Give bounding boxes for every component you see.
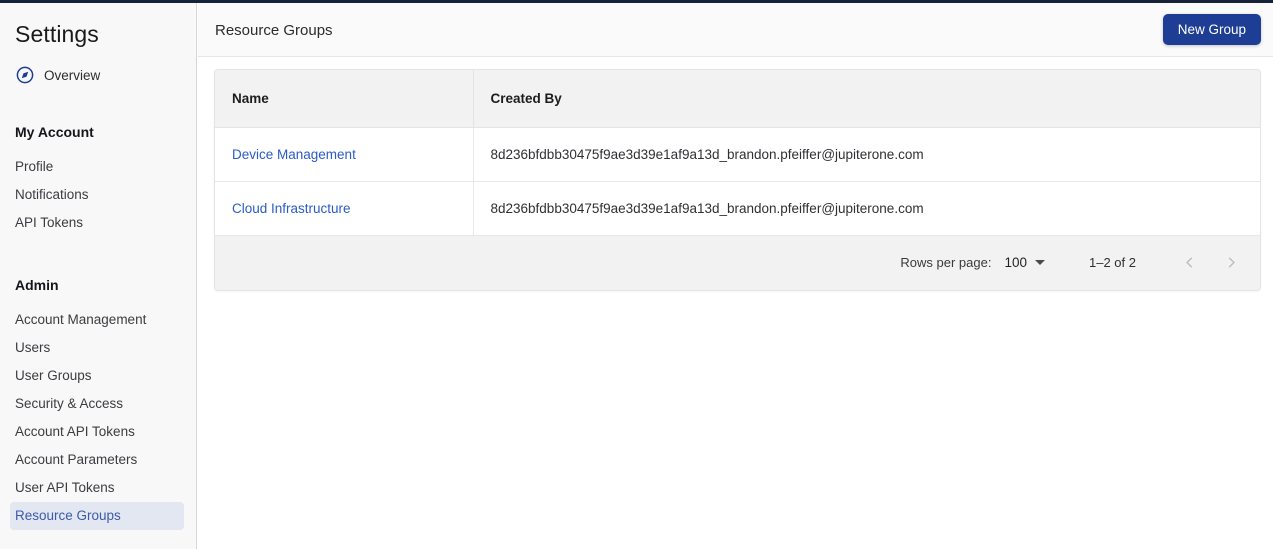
sidebar-item-user-groups[interactable]: User Groups xyxy=(0,362,184,390)
new-group-button[interactable]: New Group xyxy=(1162,14,1261,45)
cell-created-by: 8d236bfdbb30475f9ae3d39e1af9a13d_brandon… xyxy=(473,127,1260,182)
sidebar-item-account-api-tokens[interactable]: Account API Tokens xyxy=(0,418,184,446)
page-title: Resource Groups xyxy=(215,22,333,39)
sidebar-item-notifications[interactable]: Notifications xyxy=(0,181,184,209)
resource-groups-table-card: Name Created By Device Management 8d236b… xyxy=(214,69,1261,291)
sidebar-section-heading-my-account: My Account xyxy=(15,124,94,140)
chevron-left-icon xyxy=(1183,256,1196,269)
sidebar-item-account-parameters[interactable]: Account Parameters xyxy=(0,446,184,474)
rows-per-page-label: Rows per page: xyxy=(900,255,992,270)
settings-sidebar: Settings Overview My Account Profile Not… xyxy=(0,3,197,549)
cell-name: Device Management xyxy=(215,127,474,182)
sidebar-item-api-tokens[interactable]: API Tokens xyxy=(0,209,184,237)
next-page-button[interactable] xyxy=(1216,248,1246,278)
table-row[interactable]: Cloud Infrastructure 8d236bfdbb30475f9ae… xyxy=(215,181,1260,236)
sidebar-item-profile[interactable]: Profile xyxy=(0,153,184,181)
sidebar-item-users[interactable]: Users xyxy=(0,334,184,362)
sidebar-item-overview-label: Overview xyxy=(44,67,101,83)
chevron-down-icon xyxy=(1035,260,1045,265)
chevron-right-icon xyxy=(1225,256,1238,269)
table-row[interactable]: Device Management 8d236bfdbb30475f9ae3d3… xyxy=(215,127,1260,182)
cell-created-by: 8d236bfdbb30475f9ae3d39e1af9a13d_brandon… xyxy=(473,181,1260,236)
resource-group-link[interactable]: Device Management xyxy=(232,147,356,162)
sidebar-item-overview[interactable]: Overview xyxy=(0,48,196,84)
sidebar-title: Settings xyxy=(15,21,99,47)
table-pagination-footer: Rows per page: 100 1–2 of 2 xyxy=(215,235,1260,290)
compass-icon xyxy=(16,66,34,84)
previous-page-button[interactable] xyxy=(1174,248,1204,278)
table-body: Device Management 8d236bfdbb30475f9ae3d3… xyxy=(215,127,1260,236)
resource-groups-table: Name Created By Device Management 8d236b… xyxy=(215,70,1260,236)
rows-per-page-value: 100 xyxy=(1004,255,1027,270)
cell-name: Cloud Infrastructure xyxy=(215,181,474,236)
sidebar-item-account-management[interactable]: Account Management xyxy=(0,306,184,334)
sidebar-item-resource-groups[interactable]: Resource Groups xyxy=(10,502,184,530)
page-header: Resource Groups New Group xyxy=(198,3,1273,57)
sidebar-item-security-access[interactable]: Security & Access xyxy=(0,390,184,418)
sidebar-item-user-api-tokens[interactable]: User API Tokens xyxy=(0,474,184,502)
column-header-created-by[interactable]: Created By xyxy=(473,70,1260,128)
main-content: Resource Groups New Group Name Created B… xyxy=(198,3,1273,549)
rows-per-page-select[interactable]: 100 xyxy=(1004,255,1045,270)
table-head: Name Created By xyxy=(215,70,1260,128)
table-header-row: Name Created By xyxy=(215,70,1260,128)
column-header-name[interactable]: Name xyxy=(215,70,474,128)
resource-group-link[interactable]: Cloud Infrastructure xyxy=(232,201,351,216)
pagination-range-label: 1–2 of 2 xyxy=(1089,255,1136,270)
sidebar-section-heading-admin: Admin xyxy=(15,277,59,293)
settings-page: Settings Overview My Account Profile Not… xyxy=(0,0,1273,549)
